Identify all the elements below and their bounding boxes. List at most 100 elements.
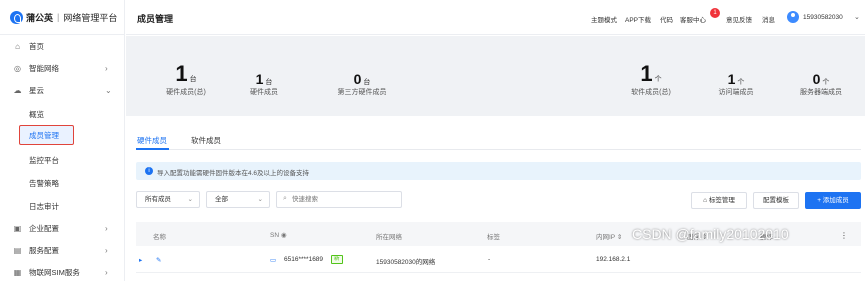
messages-link[interactable]: 消息	[762, 14, 775, 24]
sidebar-item-iot-sim[interactable]: ▦ 物联网SIM服务 ›	[0, 262, 125, 282]
app-download-link[interactable]: APP下载	[625, 14, 651, 24]
sidebar-item-label: 日志审计	[29, 201, 59, 211]
sidebar-item-label: 监控平台	[29, 155, 59, 165]
agent-link[interactable]: 代码	[660, 14, 673, 24]
stat-unit: 个	[822, 79, 830, 86]
config-template-button[interactable]: 配置模板	[753, 192, 799, 209]
search-box[interactable]: ⌕	[276, 191, 402, 208]
sidebar-item-enterprise-config[interactable]: ▣ 企业配置 ›	[0, 218, 125, 238]
stat-unit: 台	[363, 79, 371, 86]
router-device-icon: ▭	[270, 257, 277, 264]
stat-hardware: 1台 硬件成员	[228, 71, 300, 97]
stat-third-party: 0台 第三方硬件成员	[312, 71, 412, 97]
sidebar-item-nebula[interactable]: ☁ 星云 ⌄	[0, 80, 125, 100]
stat-caption: 硬件成员	[250, 89, 278, 96]
column-lan-ip[interactable]: 内网IP ⇕	[596, 231, 622, 241]
stat-value: 1	[175, 61, 188, 86]
watermark: CSDN @family20102010	[632, 226, 789, 242]
tab-software-members[interactable]: 软件成员	[191, 135, 221, 146]
sidebar-item-home[interactable]: ⌂ 首页	[0, 36, 125, 56]
chevron-down-icon: ⌄	[105, 85, 112, 95]
column-name: 名称	[153, 234, 166, 241]
info-notice: i 导入配置功能需硬件固件版本在4.6及以上的设备支持	[136, 162, 861, 180]
sidebar-item-label: 首页	[29, 41, 44, 51]
service-icon: ▤	[13, 245, 22, 255]
edit-icon[interactable]: ✎	[156, 256, 161, 264]
stat-unit: 个	[654, 76, 662, 83]
column-sn[interactable]: SN ◉	[270, 231, 287, 239]
stat-hardware-total: 1台 硬件成员(总)	[146, 61, 226, 97]
column-settings-icon[interactable]: ⋮	[840, 231, 848, 240]
sidebar-item-overview[interactable]: 概览	[0, 104, 125, 124]
sidebar-item-label: 服务配置	[29, 245, 59, 255]
chevron-right-icon: ›	[105, 267, 108, 277]
feedback-link[interactable]: 意见反馈	[726, 14, 752, 24]
chevron-right-icon: ›	[105, 63, 108, 73]
stat-access-client: 1个 访问端成员	[701, 71, 771, 97]
stat-caption: 第三方硬件成员	[337, 89, 387, 96]
column-tags: 标签	[487, 234, 500, 241]
sidebar-item-smart-network[interactable]: ◎ 智能网络 ›	[0, 58, 125, 78]
stats-panel: 1台 硬件成员(总) 1台 硬件成员 0台 第三方硬件成员 1个 软件成员(总)…	[136, 47, 861, 115]
tag-value: -	[488, 256, 491, 263]
select-value: 全部	[215, 196, 228, 203]
tag-management-button[interactable]: ⌂ 标签管理	[691, 192, 747, 209]
stat-value: 1	[255, 71, 264, 87]
add-member-button[interactable]: + 添加成员	[805, 192, 861, 209]
sidebar-item-monitoring[interactable]: 监控平台	[0, 150, 125, 170]
search-icon: ⌕	[283, 195, 287, 202]
avatar[interactable]	[787, 11, 799, 23]
theme-mode-link[interactable]: 主题模式	[591, 14, 617, 24]
tab-divider	[136, 149, 861, 150]
stat-unit: 台	[265, 79, 273, 86]
chevron-down-icon: ⌄	[257, 196, 263, 203]
chevron-down-icon: ⌄	[187, 196, 193, 203]
info-icon: i	[145, 167, 153, 175]
home-icon: ⌂	[15, 41, 20, 51]
lan-ip-value: 192.168.2.1	[596, 256, 631, 263]
scope-filter-select[interactable]: 全部 ⌄	[206, 191, 270, 208]
sidebar-item-label: 成员管理	[29, 130, 59, 140]
sidebar-item-label: 企业配置	[29, 223, 59, 233]
member-filter-select[interactable]: 所有成员 ⌄	[136, 191, 200, 208]
stat-caption: 服务器端成员	[800, 89, 842, 96]
stat-value: 1	[727, 71, 736, 87]
user-account[interactable]: 15930582030	[803, 14, 843, 21]
sidebar-item-log-audit[interactable]: 日志审计	[0, 196, 125, 216]
table-row[interactable]	[136, 247, 861, 273]
expand-row-icon[interactable]: ▸	[139, 256, 142, 264]
brand-separator: |	[57, 12, 60, 22]
column-network: 所在网络	[376, 234, 402, 241]
search-input[interactable]	[292, 194, 392, 205]
sidebar-item-label: 告警策略	[29, 178, 59, 188]
cloud-icon: ☁	[13, 85, 22, 95]
page-title: 成员管理	[137, 14, 174, 24]
sidebar-item-alert-policy[interactable]: 告警策略	[0, 173, 125, 193]
brand-subtitle: 网络管理平台	[63, 12, 118, 23]
network-icon: ◎	[14, 63, 21, 73]
stat-software-total: 1个 软件成员(总)	[616, 61, 686, 97]
sidebar-item-member-management[interactable]: 成员管理	[0, 125, 125, 145]
tab-hardware-members[interactable]: 硬件成员	[137, 135, 167, 146]
support-center-link[interactable]: 客服中心	[680, 14, 706, 24]
sim-icon: ▦	[13, 267, 22, 277]
network-name[interactable]: 15930582030的网络	[376, 256, 435, 266]
notice-text: 导入配置功能需硬件固件版本在4.6及以上的设备支持	[157, 170, 310, 177]
chevron-right-icon: ›	[105, 245, 108, 255]
stat-unit: 台	[189, 76, 197, 83]
stat-value: 1	[640, 61, 653, 86]
brand-logo[interactable]: 蒲公英 | 网络管理平台	[0, 0, 124, 35]
chevron-down-icon[interactable]: ⌄	[854, 13, 860, 21]
dandelion-logo-icon	[10, 10, 23, 24]
sidebar-item-service-config[interactable]: ▤ 服务配置 ›	[0, 240, 125, 260]
stat-server-side: 0个 服务器端成员	[786, 71, 856, 97]
stat-unit: 个	[737, 79, 745, 86]
sidebar-item-label: 智能网络	[29, 63, 59, 73]
brand-name: 蒲公英	[26, 12, 54, 23]
stat-value: 0	[812, 71, 821, 87]
sidebar-item-label: 概览	[29, 109, 44, 119]
enterprise-icon: ▣	[13, 223, 22, 233]
active-tab-indicator	[136, 148, 169, 150]
sidebar-item-label: 物联网SIM服务	[29, 267, 80, 277]
stat-caption: 硬件成员(总)	[166, 89, 206, 96]
